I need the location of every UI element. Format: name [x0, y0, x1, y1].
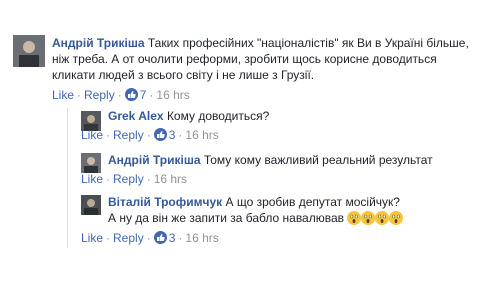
like-thumb-icon[interactable] — [124, 88, 138, 101]
comment-line: Кому доводиться? — [166, 109, 270, 123]
timestamp[interactable]: 16 hrs — [185, 231, 218, 245]
comment-text: Андрій Трикіша Таких професійних "націон… — [52, 35, 497, 83]
reply-button[interactable]: Reply — [84, 88, 115, 102]
avatar[interactable] — [13, 35, 45, 67]
timestamp[interactable]: 16 hrs — [154, 172, 187, 186]
comment-actions: Like · Reply · 3 · 16 hrs — [81, 231, 219, 245]
comment-text: Віталій Трофимчук А що зробив депутат мо… — [108, 194, 498, 229]
comment-author[interactable]: Андрій Трикіша — [52, 36, 145, 50]
reaction-count[interactable]: 3 — [169, 231, 176, 245]
reaction-count[interactable]: 3 — [169, 128, 176, 142]
comment-text: Grek Alex Кому доводиться? — [108, 108, 498, 124]
avatar[interactable] — [81, 153, 101, 173]
comment-line: ніж треба. А от очолити реформи, зробити… — [52, 52, 437, 66]
reply-button[interactable]: Reply — [113, 172, 144, 186]
comment-author[interactable]: Андрій Трикіша — [108, 153, 201, 167]
comment-author[interactable]: Grek Alex — [108, 109, 164, 123]
comment-line: кликати людей з всього світу і не лише з… — [52, 68, 315, 82]
comment-line: А що зробив депутат мосійчук? — [225, 195, 400, 209]
scream-face-emoji-icon — [375, 211, 390, 225]
comment-actions: Like · Reply · 3 · 16 hrs — [81, 128, 219, 142]
reply-3: Віталій Трофимчук А що зробив депутат мо… — [0, 194, 501, 254]
like-thumb-icon[interactable] — [153, 231, 167, 244]
scream-face-emoji-icon — [389, 211, 404, 225]
comment-1: Андрій Трикіша Таких професійних "націон… — [0, 0, 501, 110]
comment-actions: Like · Reply · 7 · 16 hrs — [52, 88, 190, 102]
comment-text: Андрій Трикіша Тому кому важливий реальн… — [108, 152, 498, 168]
reply-1: Grek Alex Кому доводиться? Like · Reply · 3 ·… — [0, 108, 501, 148]
reaction-count[interactable]: 7 — [140, 88, 147, 102]
avatar[interactable] — [81, 195, 101, 215]
comment-line: А ну да він же запити за бабло навалював — [108, 211, 345, 225]
like-button[interactable]: Like — [81, 231, 103, 245]
reply-button[interactable]: Reply — [113, 231, 144, 245]
scream-face-emoji-icon — [361, 211, 376, 225]
timestamp[interactable]: 16 hrs — [156, 88, 189, 102]
like-thumb-icon[interactable] — [153, 128, 167, 141]
emoji-group — [347, 211, 404, 229]
comment-author[interactable]: Віталій Трофимчук — [108, 195, 222, 209]
comment-actions: Like · Reply · 16 hrs — [81, 172, 188, 186]
like-button[interactable]: Like — [52, 88, 74, 102]
like-button[interactable]: Like — [81, 128, 103, 142]
timestamp[interactable]: 16 hrs — [185, 128, 218, 142]
comment-line: Тому кому важливий реальний результат — [203, 153, 433, 167]
like-button[interactable]: Like — [81, 172, 103, 186]
comment-line: Таких професійних "націоналістів" як Ви … — [147, 36, 469, 50]
reply-button[interactable]: Reply — [113, 128, 144, 142]
scream-face-emoji-icon — [347, 211, 362, 225]
reply-2: Андрій Трикіша Тому кому важливий реальн… — [0, 152, 501, 192]
